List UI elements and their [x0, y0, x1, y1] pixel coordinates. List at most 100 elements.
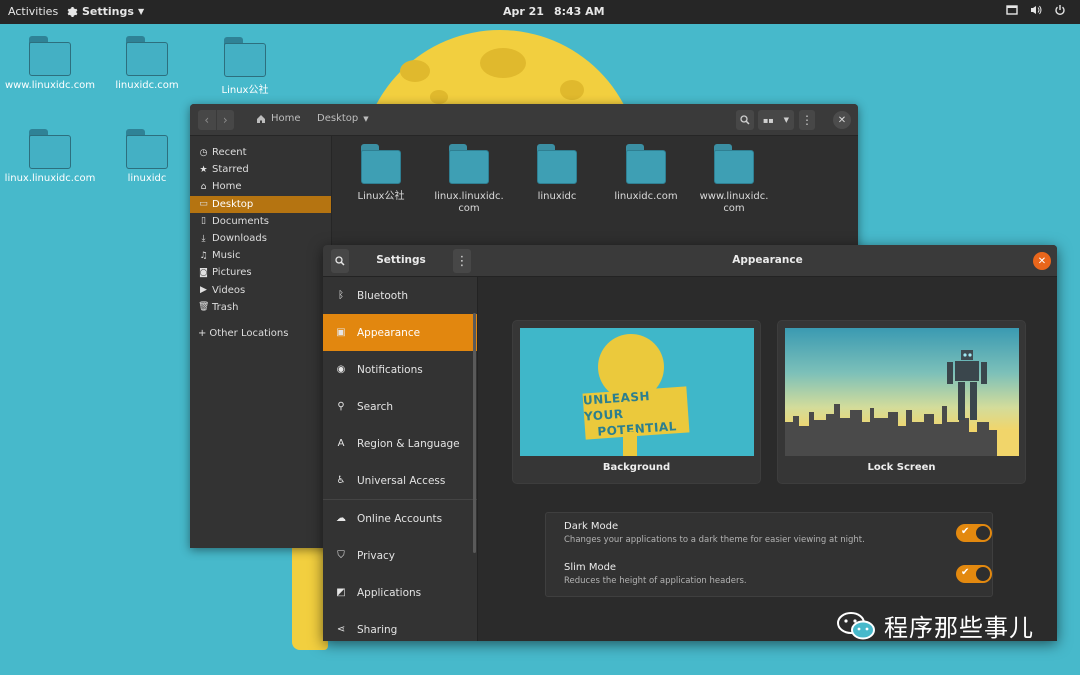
- menu-button[interactable]: ⋮: [799, 110, 815, 130]
- background-card[interactable]: UNLEASH YOUR POTENTIAL Background: [512, 320, 761, 484]
- file-item[interactable]: linux.linuxidc. com: [424, 144, 514, 215]
- sidebar-item-notifications[interactable]: ◉ Notifications: [323, 351, 477, 388]
- sidebar-item-privacy[interactable]: ⛉ Privacy: [323, 537, 477, 574]
- close-icon: ✕: [837, 114, 847, 126]
- desktop-folder[interactable]: Linux公社: [195, 37, 295, 96]
- dark-mode-title: Dark Mode: [564, 521, 619, 532]
- download-icon: ⤓: [201, 233, 206, 244]
- sidebar-item-videos[interactable]: ▶ Videos: [190, 282, 331, 299]
- file-item-label: Linux公社: [357, 191, 405, 202]
- sidebar-item-recent[interactable]: ◷ Recent: [190, 144, 331, 161]
- folder-icon: [537, 144, 577, 184]
- navigation-buttons: ‹ ›: [198, 110, 234, 130]
- volume-icon[interactable]: [1030, 4, 1042, 16]
- search-icon: ⚲: [337, 401, 345, 412]
- close-button[interactable]: ✕: [1033, 252, 1051, 270]
- sidebar-item-label: Region & Language: [357, 437, 460, 450]
- sidebar-item-trash[interactable]: 🗑 Trash: [190, 299, 331, 316]
- clock[interactable]: Apr 21 8:43 AM: [503, 5, 605, 18]
- settings-search-button[interactable]: [331, 249, 349, 273]
- close-button[interactable]: ✕: [833, 111, 851, 129]
- sidebar-item-applications[interactable]: ◩ Applications: [323, 574, 477, 611]
- desktop-folder-label: www.linuxidc.com: [4, 80, 96, 91]
- file-manager-headerbar: ‹ › Home Desktop ▼ ▪▪ ▼ ⋮ ✕: [190, 104, 858, 136]
- document-icon: ▯: [201, 216, 206, 227]
- sidebar-item-label: Universal Access: [357, 474, 446, 487]
- power-icon[interactable]: [1054, 4, 1066, 16]
- sidebar-item-desktop[interactable]: ▭ Desktop: [190, 195, 331, 213]
- sidebar-item-starred[interactable]: ★ Starred: [190, 161, 331, 178]
- sidebar-item-online-accounts[interactable]: ☁ Online Accounts: [323, 500, 477, 537]
- sidebar-item-music[interactable]: ♫ Music: [190, 247, 331, 264]
- dark-mode-switch[interactable]: ✔: [956, 524, 992, 542]
- settings-headerbar: Settings ⋮ Appearance ✕: [323, 245, 1057, 277]
- desktop-folder[interactable]: linuxidc.com: [97, 36, 197, 91]
- slim-mode-row: Slim Mode Reduces the height of applicat…: [564, 562, 992, 586]
- file-item[interactable]: Linux公社: [336, 144, 426, 203]
- sidebar-item-bluetooth[interactable]: ᛒ Bluetooth: [323, 277, 477, 314]
- sidebar-item-label: Recent: [212, 147, 247, 159]
- sidebar-item-search[interactable]: ⚲ Search: [323, 388, 477, 425]
- breadcrumb-current[interactable]: Desktop ▼: [317, 113, 369, 124]
- privacy-icon: ⛉: [337, 550, 345, 561]
- file-item-label: linuxidc.com: [614, 191, 678, 202]
- sidebar-item-label: Music: [212, 250, 241, 262]
- desktop-folder[interactable]: linuxidc: [97, 129, 197, 184]
- sidebar-item-appearance[interactable]: ▣ Appearance: [323, 314, 477, 351]
- folder-icon: [126, 36, 168, 76]
- sidebar-item-home[interactable]: ⌂ Home: [190, 178, 331, 195]
- lock-screen-card[interactable]: Lock Screen: [777, 320, 1026, 484]
- check-icon: ✔: [961, 526, 970, 537]
- search-button[interactable]: [736, 110, 754, 130]
- desktop-folder-label: linuxidc: [127, 173, 167, 184]
- forward-button[interactable]: ›: [217, 110, 235, 130]
- sidebar-item-pictures[interactable]: ◙ Pictures: [190, 264, 331, 281]
- file-item[interactable]: www.linuxidc. com: [689, 144, 779, 215]
- close-icon: ✕: [1037, 255, 1047, 267]
- view-options-button[interactable]: ▪▪ ▼: [758, 110, 794, 130]
- sidebar-item-label: Downloads: [212, 233, 267, 245]
- cloud-icon: ☁: [336, 513, 346, 524]
- appearance-panel: UNLEASH YOUR POTENTIAL Background Lock S…: [479, 277, 1057, 641]
- settings-menu-button[interactable]: ⋮: [453, 249, 471, 273]
- folder-icon: [29, 36, 71, 76]
- chevron-down-icon: ▼: [363, 114, 369, 123]
- screen-icon[interactable]: [1006, 4, 1018, 16]
- activities-button[interactable]: Activities: [8, 5, 58, 18]
- system-tray[interactable]: [1006, 4, 1066, 16]
- sidebar-item-other-locations[interactable]: + Other Locations: [190, 328, 331, 339]
- desktop-folder[interactable]: www.linuxidc.com: [0, 36, 100, 91]
- background-label: Background: [602, 462, 671, 473]
- breadcrumb-current-label: Desktop: [317, 113, 359, 124]
- sidebar-item-label: Notifications: [357, 363, 423, 376]
- desktop-folder[interactable]: linux.linuxidc.com: [0, 129, 100, 184]
- bluetooth-icon: ᛒ: [338, 290, 344, 301]
- sidebar-item-label: Starred: [212, 164, 249, 176]
- sidebar-scrollbar[interactable]: [473, 313, 476, 553]
- folder-icon: [29, 129, 71, 169]
- file-item[interactable]: linuxidc: [512, 144, 602, 203]
- file-item-label: linuxidc: [537, 191, 577, 202]
- back-button[interactable]: ‹: [198, 110, 217, 130]
- folder-icon: [626, 144, 666, 184]
- sidebar-item-universal-access[interactable]: ♿ Universal Access: [323, 462, 477, 499]
- app-menu-button[interactable]: Settings ▼: [66, 5, 144, 18]
- grid-view-icon: ▪▪: [762, 115, 774, 125]
- sidebar-item-documents[interactable]: ▯ Documents: [190, 213, 331, 230]
- search-icon: [740, 115, 750, 125]
- slim-mode-switch[interactable]: ✔: [956, 565, 992, 583]
- folder-icon: [224, 37, 266, 77]
- sidebar-item-downloads[interactable]: ⤓ Downloads: [190, 230, 331, 247]
- file-item[interactable]: linuxidc.com: [601, 144, 691, 203]
- accessibility-icon: ♿: [336, 475, 346, 486]
- lock-screen-thumbnail: [785, 328, 1019, 456]
- search-icon: [335, 256, 345, 266]
- page-title: Appearance: [732, 254, 803, 266]
- music-icon: ♫: [199, 250, 208, 261]
- desktop-folder-label: linux.linuxidc.com: [4, 173, 96, 184]
- breadcrumb-home[interactable]: Home: [256, 113, 301, 124]
- sidebar-item-label: Videos: [212, 284, 246, 296]
- sidebar-item-sharing[interactable]: ⋖ Sharing: [323, 611, 477, 641]
- sidebar-item-region-language[interactable]: A Region & Language: [323, 425, 477, 462]
- wallpaper-cone: [623, 432, 637, 456]
